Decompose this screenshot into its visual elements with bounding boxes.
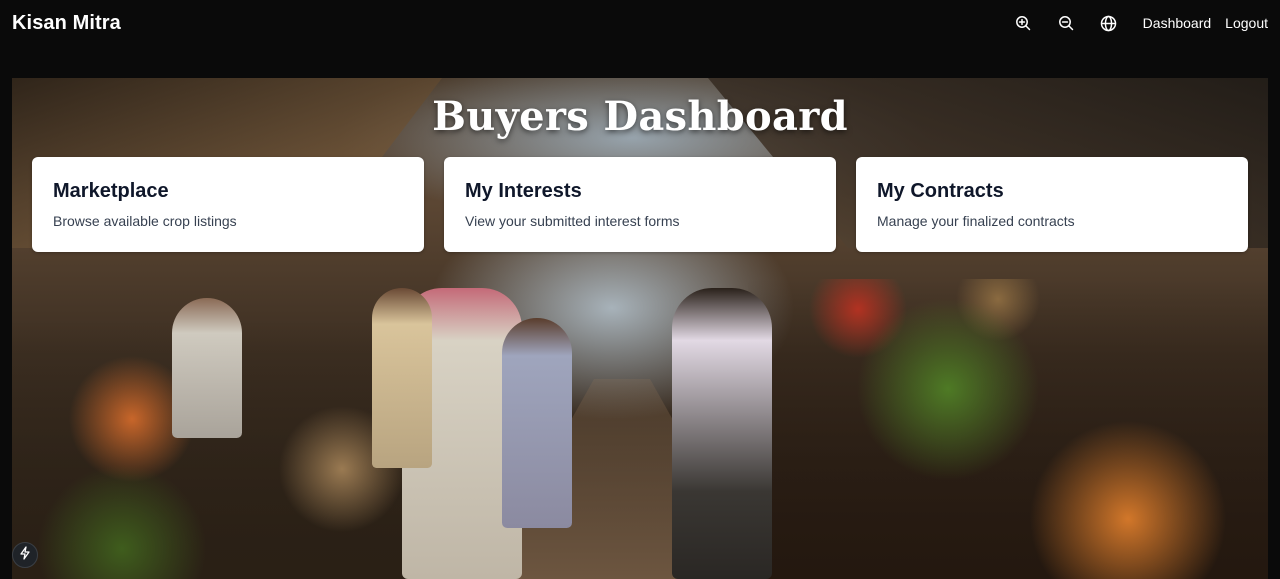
brand-logo-text[interactable]: Kisan Mitra [12, 12, 121, 35]
hero-background-stall-right [748, 279, 1268, 579]
marketplace-card[interactable]: Marketplace Browse available crop listin… [32, 157, 424, 252]
page-title: Buyers Dashboard [432, 93, 848, 140]
my-interests-card[interactable]: My Interests View your submitted interes… [444, 157, 836, 252]
dashboard-link[interactable]: Dashboard [1143, 15, 1212, 31]
logout-link[interactable]: Logout [1225, 15, 1268, 31]
hero-banner: Buyers Dashboard Marketplace Browse avai… [12, 78, 1268, 579]
hero-background-figure [502, 318, 572, 528]
zoom-in-icon[interactable] [1014, 14, 1032, 32]
card-title: Marketplace [53, 180, 169, 202]
globe-icon[interactable] [1100, 14, 1118, 32]
zoom-out-icon[interactable] [1057, 14, 1075, 32]
dashboard-cards: Marketplace Browse available crop listin… [32, 157, 1248, 252]
card-title: My Contracts [877, 180, 1004, 202]
card-title: My Interests [465, 180, 582, 202]
lightning-button[interactable] [12, 542, 38, 568]
card-description: View your submitted interest forms [465, 213, 680, 229]
my-contracts-card[interactable]: My Contracts Manage your finalized contr… [856, 157, 1248, 252]
hero-background-figure [172, 298, 242, 438]
card-description: Browse available crop listings [53, 213, 237, 229]
card-description: Manage your finalized contracts [877, 213, 1075, 229]
hero-background-figure [372, 288, 432, 468]
lightning-icon [19, 545, 31, 565]
nav-actions: Dashboard Logout [1014, 0, 1268, 46]
top-navbar: Kisan Mitra Dashboard Logout [0, 0, 1280, 46]
hero-background-figure [672, 288, 772, 579]
